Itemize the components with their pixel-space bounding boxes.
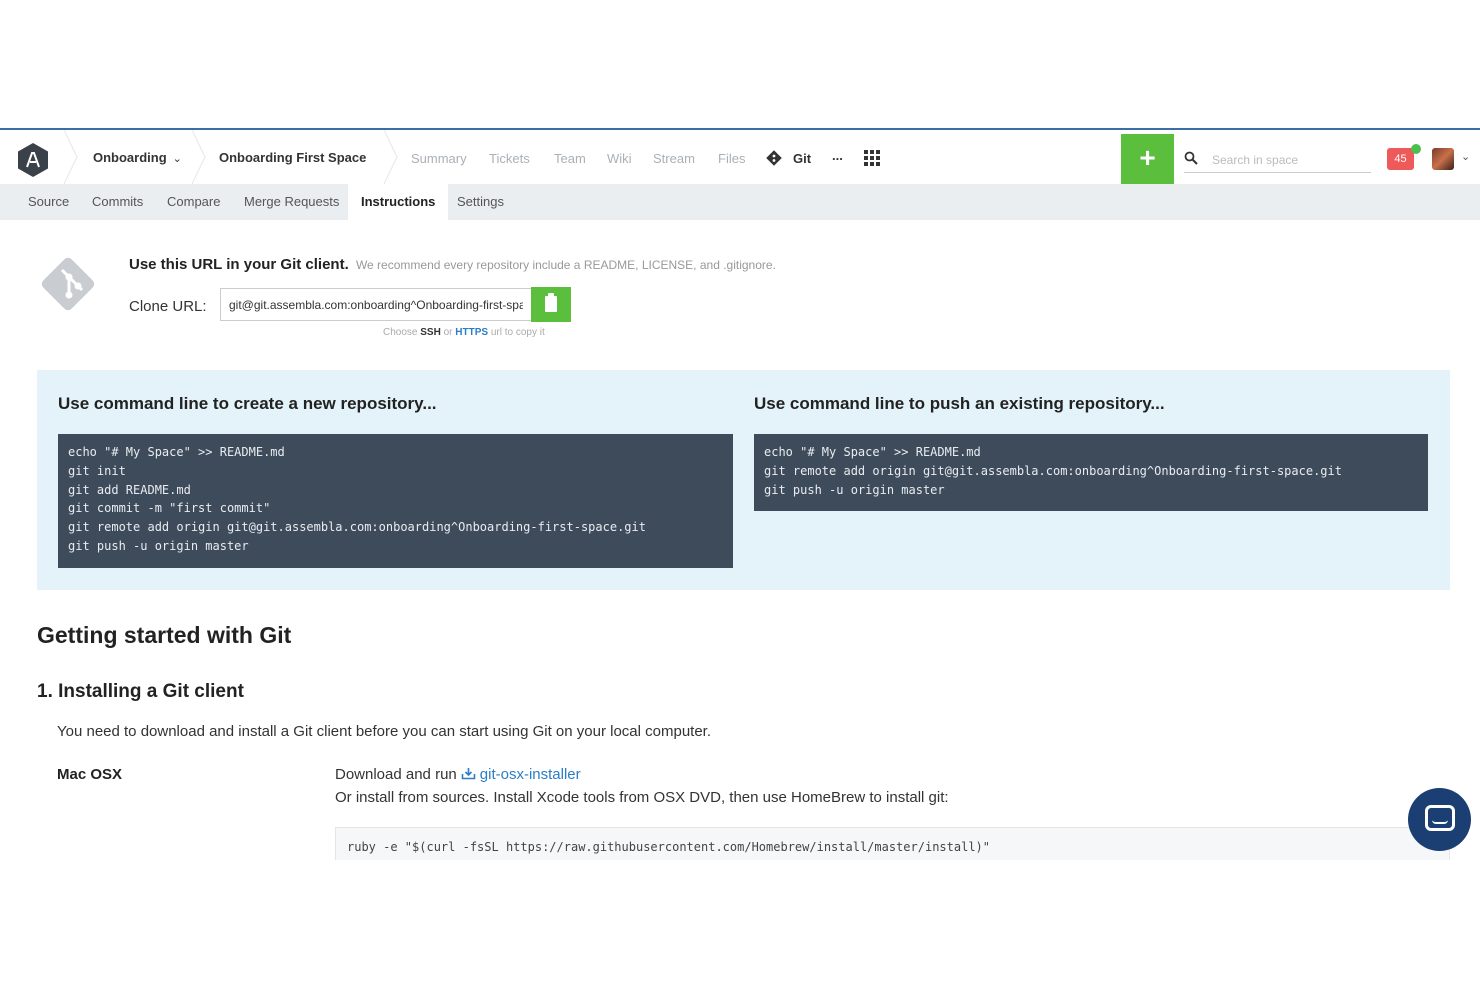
install-from-source-text: Or install from sources. Install Xcode t… (335, 789, 949, 806)
push-repo-code[interactable]: echo "# My Space" >> README.md git remot… (754, 434, 1428, 511)
breadcrumb-separator (192, 130, 206, 184)
git-logo-icon (41, 257, 95, 311)
tab-compare[interactable]: Compare (154, 184, 233, 220)
nav-more[interactable]: ... (832, 148, 843, 163)
search-input[interactable] (1212, 151, 1367, 169)
choose-or: or (443, 327, 453, 338)
choose-prefix: Choose (383, 327, 418, 338)
tab-commits[interactable]: Commits (79, 184, 156, 220)
nav-team[interactable]: Team (554, 151, 586, 166)
installing-heading: 1. Installing a Git client (37, 681, 244, 702)
nav-tickets[interactable]: Tickets (489, 151, 530, 166)
breadcrumb-separator (64, 130, 78, 184)
command-line-panel: Use command line to create a new reposit… (37, 370, 1450, 590)
clone-heading: Use this URL in your Git client. We reco… (129, 256, 776, 273)
nav-git[interactable]: Git (793, 151, 811, 166)
git-icon (766, 150, 782, 166)
chevron-down-icon: ⌄ (172, 153, 182, 165)
new-repo-title: Use command line to create a new reposit… (58, 394, 437, 413)
top-navbar: Onboarding ⌄ Onboarding First Space Summa… (0, 130, 1480, 184)
org-name: Onboarding (93, 150, 167, 165)
https-option[interactable]: HTTPS (455, 327, 488, 338)
mac-osx-label: Mac OSX (57, 766, 123, 783)
nav-wiki[interactable]: Wiki (607, 151, 632, 166)
space-name[interactable]: Onboarding First Space (219, 150, 366, 165)
ssh-option[interactable]: SSH (420, 327, 441, 338)
clone-heading-text: Use this URL in your Git client. (129, 256, 349, 273)
chat-icon-detail (1432, 820, 1448, 824)
apps-grid-icon[interactable] (864, 150, 882, 166)
clone-recommendation: We recommend every repository include a … (355, 258, 776, 272)
notifications-badge[interactable]: 45 (1387, 148, 1414, 170)
getting-started-heading: Getting started with Git (37, 622, 292, 648)
chevron-down-icon[interactable]: ⌄ (1461, 150, 1470, 163)
chat-launcher-button[interactable] (1408, 788, 1471, 851)
download-line: Download and run git-osx-installer (335, 766, 581, 783)
avatar[interactable] (1432, 148, 1454, 170)
repo-subnav: Source Commits Compare Merge Requests In… (0, 184, 1480, 220)
download-icon (461, 768, 476, 780)
download-prefix: Download and run (335, 766, 457, 783)
nav-stream[interactable]: Stream (653, 151, 695, 166)
search-icon (1184, 151, 1198, 165)
homebrew-install-code[interactable]: ruby -e "$(curl -fsSL https://raw.github… (335, 827, 1450, 860)
clone-url-label: Clone URL: (129, 298, 207, 315)
nav-files[interactable]: Files (718, 151, 745, 166)
app-window: Onboarding ⌄ Onboarding First Space Summa… (0, 128, 1480, 860)
clone-url-field[interactable] (220, 288, 531, 321)
clipboard-icon (545, 293, 557, 312)
tab-source[interactable]: Source (15, 184, 82, 220)
chat-icon (1425, 805, 1455, 831)
org-dropdown[interactable]: Onboarding ⌄ (93, 150, 182, 165)
tab-settings[interactable]: Settings (444, 184, 517, 220)
tab-merge-requests[interactable]: Merge Requests (231, 184, 352, 220)
install-intro: You need to download and install a Git c… (57, 723, 712, 740)
tab-instructions[interactable]: Instructions (348, 184, 449, 220)
nav-summary[interactable]: Summary (411, 151, 467, 166)
add-new-button[interactable]: + (1121, 134, 1174, 184)
push-repo-title: Use command line to push an existing rep… (754, 394, 1165, 413)
copy-url-button[interactable] (531, 287, 571, 322)
git-osx-installer-link[interactable]: git-osx-installer (480, 766, 581, 783)
assembla-logo-icon[interactable] (15, 142, 51, 178)
breadcrumb-separator (384, 130, 398, 184)
new-repo-code[interactable]: echo "# My Space" >> README.md git init … (58, 434, 733, 568)
choose-suffix: url to copy it (490, 327, 545, 338)
online-status-dot (1411, 144, 1421, 154)
protocol-chooser: Choose SSH or HTTPS url to copy it (383, 327, 545, 338)
search-box (1184, 148, 1371, 173)
